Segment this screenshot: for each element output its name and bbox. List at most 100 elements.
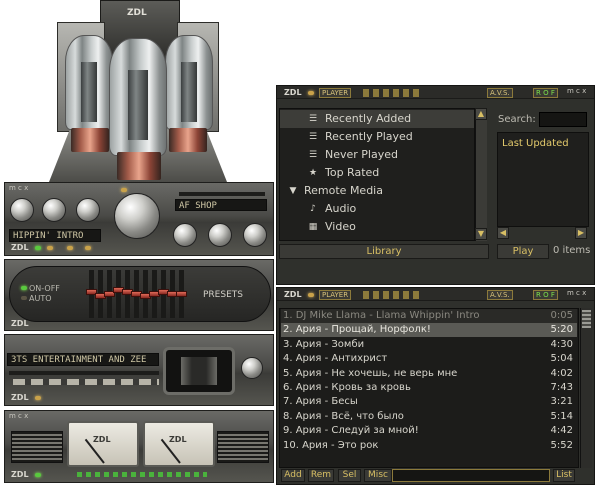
status-led-1: [47, 246, 53, 250]
playlist-track-row[interactable]: 10. Ария - Это рок 5:52: [281, 439, 577, 453]
eq-band-handle[interactable]: [176, 291, 187, 297]
eq-band-slider[interactable]: [167, 270, 178, 318]
playlist-track-row[interactable]: 7. Ария - Бесы 3:21: [281, 395, 577, 409]
library-scroll-down[interactable]: ▼: [475, 228, 487, 240]
tube-base-left: [71, 128, 109, 152]
vu-right-brand: ZDL: [169, 435, 187, 444]
playlist-sel-button[interactable]: Sel: [338, 469, 361, 482]
library-right-list: Last Updated: [497, 132, 589, 227]
right-list-item[interactable]: Last Updated: [500, 136, 586, 152]
right-knob-1[interactable]: [173, 223, 197, 247]
playlist-scroll-thumb[interactable]: [582, 310, 591, 328]
search-input[interactable]: [539, 112, 587, 127]
corner-menu-labels[interactable]: m c x: [9, 184, 28, 192]
vu-logo: ZDL: [11, 470, 29, 479]
library-item-label: Recently Played: [325, 130, 413, 143]
library-tree-scrollbar[interactable]: [475, 108, 487, 241]
playlist-transport[interactable]: [363, 291, 423, 299]
playlist-track-row[interactable]: 6. Ария - Кровь за кровь 7:43: [281, 381, 577, 395]
playlist-track-row[interactable]: 9. Ария - Следуй за мной! 4:42: [281, 424, 577, 438]
track-title: 6. Ария - Кровь за кровь: [283, 382, 411, 393]
mode-display: AF SHOP: [175, 199, 267, 211]
library-item[interactable]: ▦ Video: [280, 218, 474, 236]
playlist-avs-tag[interactable]: A.V.S.: [487, 290, 513, 300]
marquee-seek-bar[interactable]: [9, 371, 159, 375]
marquee-led: [35, 396, 41, 400]
library-item[interactable]: ▼ Remote Media: [280, 182, 474, 200]
vu-meter-unit: m c x ZDL ZDL ZDL: [4, 410, 274, 483]
track-duration: 5:52: [550, 439, 573, 451]
right-list-scroll-right[interactable]: ▶: [575, 227, 587, 239]
seek-slider[interactable]: [179, 192, 265, 196]
eq-band-slider[interactable]: [86, 270, 97, 318]
onoff-button[interactable]: ON-OFF: [29, 284, 60, 293]
playlist-rof-tag[interactable]: R O F: [533, 290, 558, 300]
eq-unit-logo: ZDL: [11, 319, 29, 328]
playlist-window-controls[interactable]: m c x: [567, 289, 586, 297]
eq-band-slider[interactable]: [113, 270, 124, 318]
eq-band-slider[interactable]: [176, 270, 187, 318]
eq-band-slider[interactable]: [149, 270, 160, 318]
eq-band-slider[interactable]: [158, 270, 169, 318]
eq-band-slider[interactable]: [140, 270, 151, 318]
library-transport[interactable]: [363, 89, 423, 97]
eq-band-slider[interactable]: [122, 270, 133, 318]
speaker-icon: ♪: [310, 204, 316, 214]
library-player-tag[interactable]: PLAYER: [319, 88, 352, 98]
library-item[interactable]: ☰ Never Played: [280, 146, 474, 164]
playlist-info-field: [392, 469, 550, 482]
right-list-scroll-left[interactable]: ◀: [497, 227, 509, 239]
playlist-scrollbar[interactable]: [580, 308, 592, 468]
library-button[interactable]: Library: [279, 244, 489, 259]
library-item[interactable]: ♪ Audio: [280, 200, 474, 218]
library-scroll-up[interactable]: ▲: [475, 108, 487, 120]
track-title: 8. Ария - Всё, что было: [283, 410, 404, 422]
playlist-list-button[interactable]: List: [553, 469, 575, 482]
track-duration: 0:05: [550, 310, 573, 321]
library-item[interactable]: ★ Top Rated: [280, 164, 474, 182]
library-avs-tag[interactable]: A.V.S.: [487, 88, 513, 98]
library-window-controls[interactable]: m c x: [567, 87, 586, 95]
playlist-misc-button[interactable]: Misc: [364, 469, 392, 482]
vu-corner-labels[interactable]: m c x: [9, 412, 28, 420]
library-item[interactable]: ☰ Recently Added: [280, 110, 474, 128]
playlist-track-row[interactable]: 3. Ария - Зомби 4:30: [281, 338, 577, 352]
treble-knob[interactable]: [76, 198, 100, 222]
track-title: 10. Ария - Это рок: [283, 439, 379, 451]
playlist-track-row[interactable]: 8. Ария - Всё, что было 5:14: [281, 410, 577, 424]
playlist-led: [308, 293, 314, 297]
items-count: 0 items: [553, 245, 591, 256]
eq-band-slider[interactable]: [131, 270, 142, 318]
playlist-player-tag[interactable]: PLAYER: [319, 290, 352, 300]
library-item-label: Top Rated: [325, 166, 380, 179]
track-title: 3. Ария - Зомби: [283, 338, 365, 350]
bass-knob[interactable]: [42, 198, 66, 222]
play-button[interactable]: Play: [497, 244, 549, 259]
playlist-add-button[interactable]: Add: [281, 469, 305, 482]
star-list-icon: ★: [308, 168, 318, 178]
volume-knob[interactable]: [114, 193, 160, 239]
playlist-track-row[interactable]: 4. Ария - Антихрист 5:04: [281, 352, 577, 366]
vu-power-led: [35, 473, 41, 477]
playlist-track-row[interactable]: 1. DJ Mike Llama - Llama Whippin' Intro 0…: [281, 309, 577, 323]
playlist-track-row[interactable]: 5. Ария - Не хочешь, не верь мне 4:02: [281, 367, 577, 381]
auto-button[interactable]: AUTO: [29, 294, 52, 303]
right-knob-2[interactable]: [208, 223, 232, 247]
library-rof-tag[interactable]: R O F: [533, 88, 558, 98]
marquee-volume-knob[interactable]: [241, 357, 263, 379]
eq-band-slider[interactable]: [95, 270, 106, 318]
track-duration: 7:43: [550, 382, 573, 393]
library-item[interactable]: ☰ Recently Played: [280, 128, 474, 146]
track-duration: 3:21: [550, 396, 573, 408]
balance-knob[interactable]: [10, 198, 34, 222]
eq-band-slider[interactable]: [104, 270, 115, 318]
playlist-track-row[interactable]: 2. Ария - Прощай, Норфолк! 5:20: [281, 323, 577, 338]
presets-button[interactable]: PRESETS: [203, 290, 243, 300]
playlist-rem-button[interactable]: Rem: [308, 469, 334, 482]
track-title: 5. Ария - Не хочешь, не верь мне: [283, 367, 458, 379]
track-duration: 4:02: [550, 367, 573, 379]
eq-logo: ZDL: [11, 243, 29, 252]
right-knob-3[interactable]: [243, 223, 267, 247]
status-led-2: [67, 246, 73, 250]
tube-core-left: [81, 62, 97, 122]
